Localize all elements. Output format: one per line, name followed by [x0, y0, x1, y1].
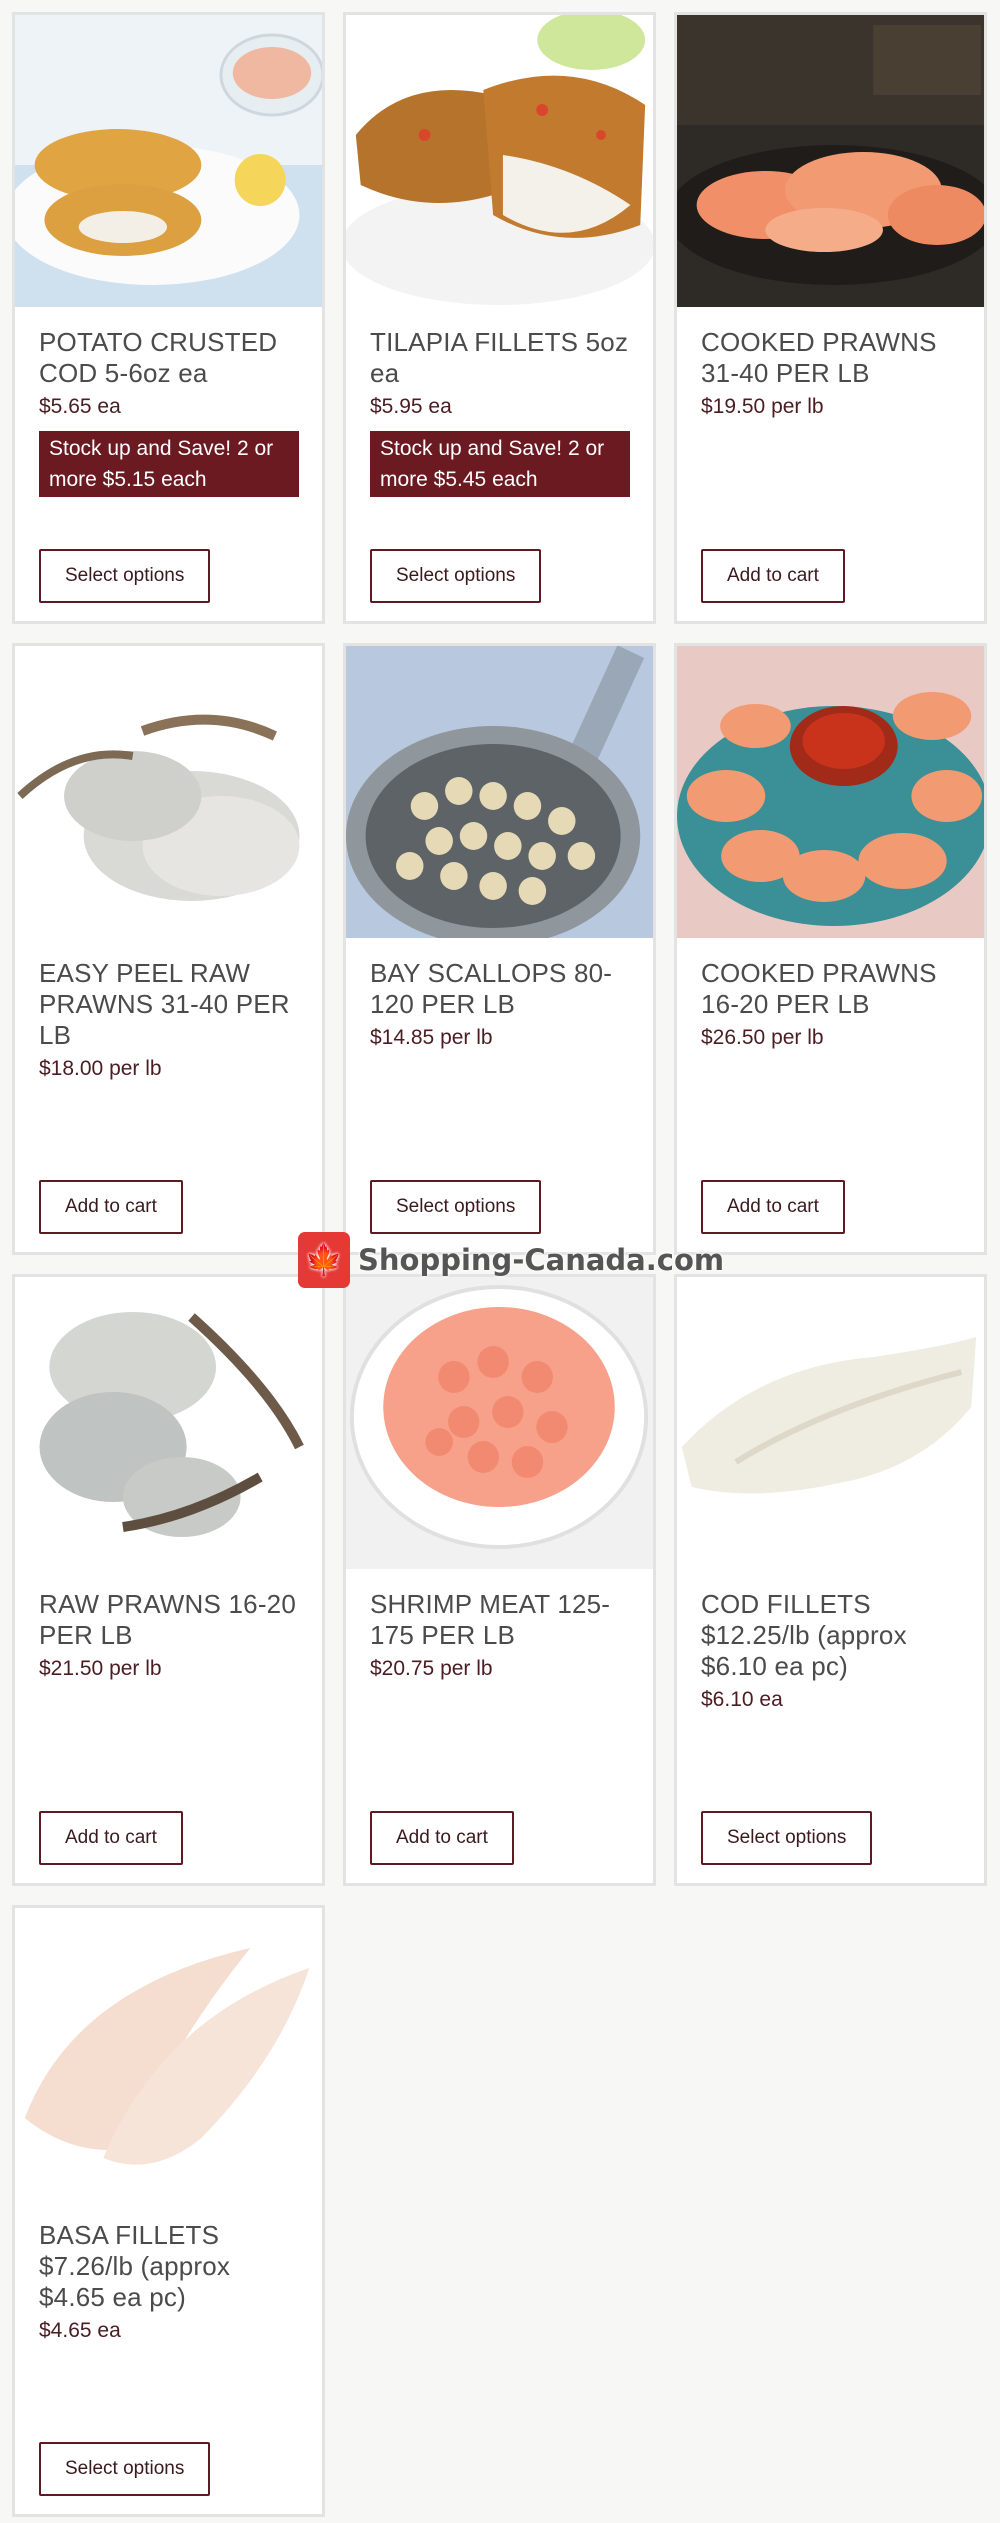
product-price: $26.50 per lb	[701, 1026, 824, 1049]
product-price: $5.65 ea	[39, 395, 121, 418]
product-image[interactable]	[677, 15, 984, 307]
product-price: $4.65 ea	[39, 2319, 121, 2342]
product-card: EASY PEEL RAW PRAWNS 31-40 PER LB $18.00…	[12, 643, 325, 1255]
product-card: SHRIMP MEAT 125-175 PER LB $20.75 per lb…	[343, 1274, 656, 1886]
product-title[interactable]: COOKED PRAWNS 16-20 PER LB	[701, 958, 960, 1020]
select-options-button[interactable]: Select options	[39, 549, 211, 603]
product-image[interactable]	[677, 1277, 984, 1569]
product-price: $5.95 ea	[370, 395, 452, 418]
promo-badge: Stock up and Save! 2 or more $5.45 each	[370, 431, 630, 497]
add-to-cart-button[interactable]: Add to cart	[39, 1811, 183, 1865]
product-price: $19.50 per lb	[701, 395, 824, 418]
promo-badge: Stock up and Save! 2 or more $5.15 each	[39, 431, 299, 497]
product-price: $14.85 per lb	[370, 1026, 493, 1049]
product-title[interactable]: POTATO CRUSTED COD 5-6oz ea	[39, 327, 298, 389]
product-image[interactable]	[346, 1277, 653, 1569]
select-options-button[interactable]: Select options	[701, 1811, 873, 1865]
product-image[interactable]	[346, 15, 653, 307]
select-options-button[interactable]: Select options	[39, 2442, 211, 2496]
product-price: $20.75 per lb	[370, 1657, 493, 1680]
add-to-cart-button[interactable]: Add to cart	[701, 549, 845, 603]
product-title[interactable]: COD FILLETS $12.25/lb (approx $6.10 ea p…	[701, 1589, 960, 1682]
product-image[interactable]	[15, 1277, 322, 1569]
add-to-cart-button[interactable]: Add to cart	[370, 1811, 514, 1865]
product-card: BASA FILLETS $7.26/lb (approx $4.65 ea p…	[12, 1905, 325, 2517]
product-card: TILAPIA FILLETS 5oz ea $5.95 ea Stock up…	[343, 12, 656, 624]
product-title[interactable]: SHRIMP MEAT 125-175 PER LB	[370, 1589, 629, 1651]
product-price: $6.10 ea	[701, 1688, 783, 1711]
product-card: RAW PRAWNS 16-20 PER LB $21.50 per lb Ad…	[12, 1274, 325, 1886]
product-card: COD FILLETS $12.25/lb (approx $6.10 ea p…	[674, 1274, 987, 1886]
maple-leaf-bag-icon: 🍁	[298, 1232, 350, 1288]
product-card: COOKED PRAWNS 31-40 PER LB $19.50 per lb…	[674, 12, 987, 624]
product-title[interactable]: BAY SCALLOPS 80-120 PER LB	[370, 958, 629, 1020]
watermark-text: Shopping-Canada.com	[358, 1243, 725, 1277]
product-card: COOKED PRAWNS 16-20 PER LB $26.50 per lb…	[674, 643, 987, 1255]
add-to-cart-button[interactable]: Add to cart	[701, 1180, 845, 1234]
product-image[interactable]	[346, 646, 653, 938]
product-price: $18.00 per lb	[39, 1057, 162, 1080]
product-card: BAY SCALLOPS 80-120 PER LB $14.85 per lb…	[343, 643, 656, 1255]
product-title[interactable]: EASY PEEL RAW PRAWNS 31-40 PER LB	[39, 958, 298, 1051]
watermark: 🍁 Shopping-Canada.com	[298, 1232, 724, 1288]
select-options-button[interactable]: Select options	[370, 1180, 542, 1234]
product-price: $21.50 per lb	[39, 1657, 162, 1680]
product-title[interactable]: COOKED PRAWNS 31-40 PER LB	[701, 327, 960, 389]
product-image[interactable]	[15, 646, 322, 938]
add-to-cart-button[interactable]: Add to cart	[39, 1180, 183, 1234]
select-options-button[interactable]: Select options	[370, 549, 542, 603]
product-title[interactable]: RAW PRAWNS 16-20 PER LB	[39, 1589, 298, 1651]
product-title[interactable]: BASA FILLETS $7.26/lb (approx $4.65 ea p…	[39, 2220, 298, 2313]
product-image[interactable]	[677, 646, 984, 938]
product-card: POTATO CRUSTED COD 5-6oz ea $5.65 ea Sto…	[12, 12, 325, 624]
product-title[interactable]: TILAPIA FILLETS 5oz ea	[370, 327, 629, 389]
product-image[interactable]	[15, 1908, 322, 2200]
product-image[interactable]	[15, 15, 322, 307]
